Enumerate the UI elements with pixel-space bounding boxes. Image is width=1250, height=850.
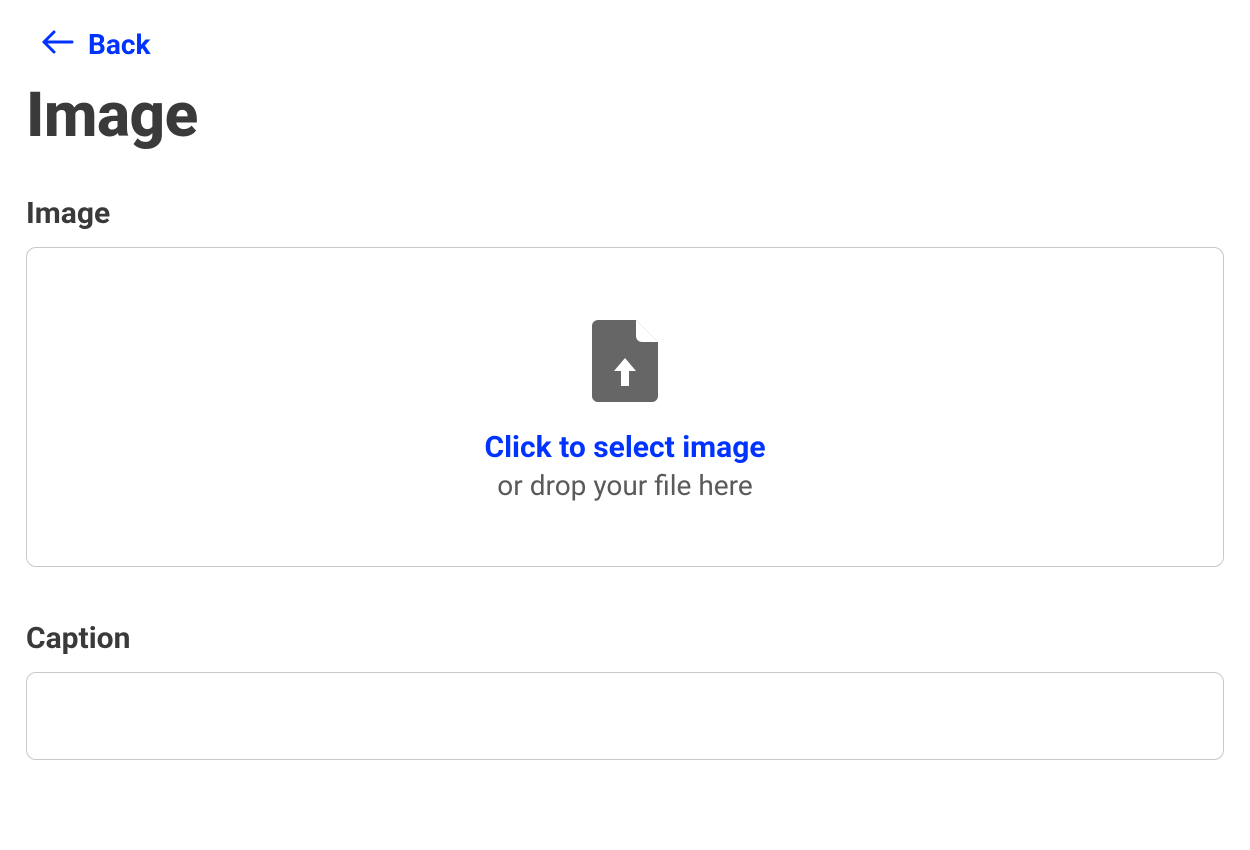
dropzone-click-text: Click to select image: [484, 430, 765, 465]
image-dropzone[interactable]: Click to select image or drop your file …: [26, 247, 1224, 567]
page-title: Image: [26, 79, 1224, 152]
back-label: Back: [88, 28, 150, 61]
caption-field-label: Caption: [26, 621, 1224, 656]
arrow-left-icon: [42, 28, 74, 61]
image-field-group: Image Click to select image or drop your…: [26, 196, 1224, 567]
file-upload-icon: [592, 320, 658, 402]
image-field-label: Image: [26, 196, 1224, 231]
caption-input[interactable]: [26, 672, 1224, 760]
back-button[interactable]: Back: [42, 28, 150, 61]
caption-field-group: Caption: [26, 621, 1224, 760]
dropzone-drop-text: or drop your file here: [497, 469, 752, 502]
